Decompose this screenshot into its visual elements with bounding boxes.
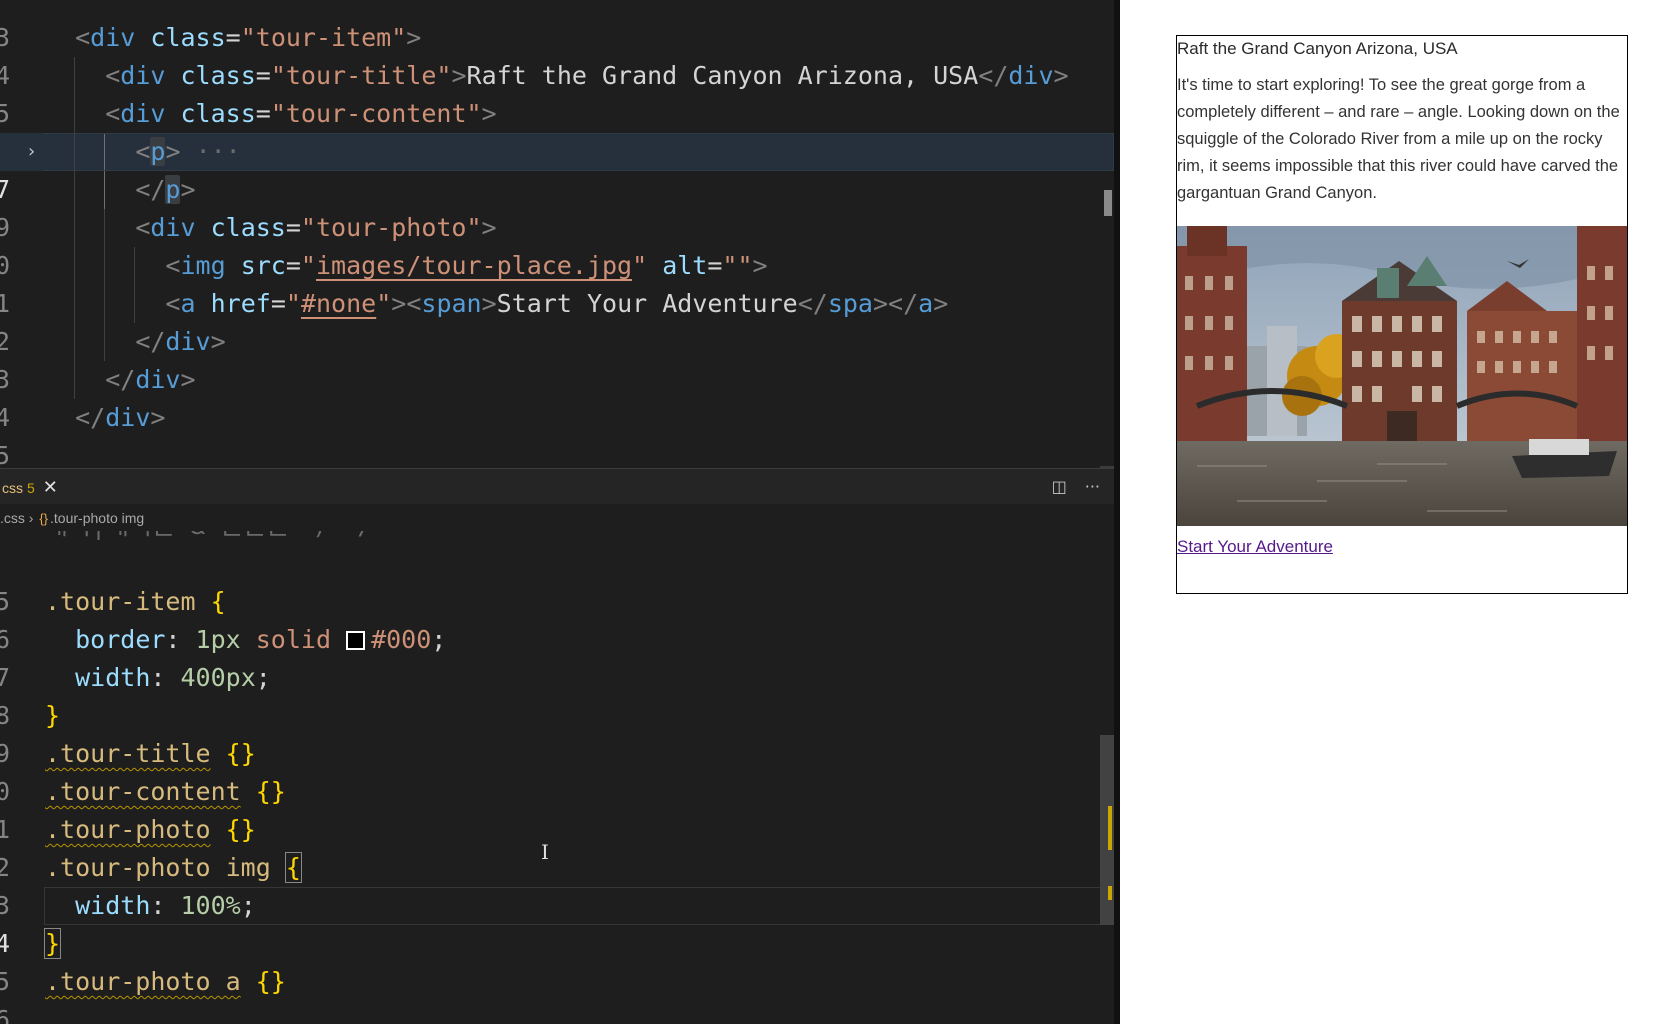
- code-line[interactable]: 8 width: 400px;: [0, 659, 1114, 730]
- browser-preview: Raft the Grand Canyon Arizona, USA It's …: [1120, 0, 1668, 1024]
- line-number: 6: [0, 1005, 11, 1024]
- html-scrollbar-thumb[interactable]: [1104, 190, 1112, 216]
- code-text: }: [45, 701, 61, 730]
- start-adventure-link[interactable]: Start Your Adventure: [1177, 537, 1333, 557]
- code-text: <img src="images/tour-place.jpg" alt="">: [165, 251, 768, 280]
- more-actions-icon[interactable]: ···: [1085, 477, 1100, 496]
- close-icon[interactable]: ✕: [43, 477, 58, 497]
- code-line[interactable]: 2 .tour-photo {}: [0, 811, 1114, 882]
- code-text: <a href="#none"><span>Start Your Adventu…: [165, 289, 949, 318]
- code-text: <div class="tour-photo">: [135, 213, 497, 242]
- code-text: </p>: [135, 175, 196, 204]
- css-editor-pane[interactable]: 대미|개이근 & 근근근ㅡ) */ 5 6 .tour-item { 7 bor…: [0, 531, 1114, 1024]
- code-line[interactable]: 1 <img src="images/tour-place.jpg" alt="…: [0, 247, 1114, 318]
- code-text: width: 400px;: [75, 663, 271, 692]
- breadcrumb-selector[interactable]: .tour-photo img: [50, 510, 144, 526]
- code-line[interactable]: 3 </div>: [0, 323, 1114, 394]
- tab-label: css: [2, 480, 23, 496]
- pane-splitter[interactable]: [1100, 466, 1114, 468]
- code-text: width: 100%;: [75, 891, 256, 920]
- code-text: .tour-photo img {: [45, 852, 302, 883]
- code-text: .tour-photo a {}: [45, 967, 286, 996]
- chevron-right-icon: ›: [28, 510, 34, 526]
- code-line[interactable]: 대미|개이근 & 근근근ㅡ) */: [0, 531, 1114, 545]
- code-text: border: 1px solid #000;: [75, 625, 447, 654]
- split-editor-icon[interactable]: ◫: [1052, 477, 1067, 496]
- code-line[interactable]: 4 <div class="tour-item">: [0, 19, 1114, 90]
- code-line[interactable]: 5 </div>: [0, 399, 1114, 466]
- editor-tab-bar: css 5 ✕ ◫ ···: [0, 468, 1114, 504]
- breadcrumb-file[interactable]: .css: [0, 510, 25, 526]
- tour-place-image: [1177, 226, 1627, 526]
- tour-description: It's time to start exploring! To see the…: [1177, 76, 1620, 202]
- warning-marker: [1108, 806, 1112, 850]
- code-line[interactable]: 0 .tour-title {}: [0, 735, 1114, 806]
- code-line[interactable]: 9 }: [0, 697, 1114, 768]
- code-text: <p> ···: [135, 137, 241, 166]
- tab-css-file[interactable]: css 5 ✕: [0, 469, 58, 505]
- tour-item-card: Raft the Grand Canyon Arizona, USA It's …: [1176, 35, 1628, 594]
- code-text: </div>: [135, 327, 226, 356]
- code-text: 대미|개이근 & 근근근ㅡ) */: [45, 531, 372, 545]
- css-selector-symbol-icon: {}: [39, 511, 49, 526]
- code-text: </div>: [75, 403, 166, 432]
- code-line[interactable]: 3 .tour-photo img {: [0, 849, 1114, 920]
- breadcrumb: .css › {} .tour-photo img: [0, 506, 1114, 530]
- code-text: <div class="tour-content">: [105, 99, 497, 128]
- code-text: <div class="tour-item">: [75, 23, 422, 52]
- code-text: }: [43, 928, 62, 959]
- code-line[interactable]: 9 </p>: [0, 171, 1114, 242]
- color-swatch[interactable]: [346, 631, 366, 650]
- indent-guide: [74, 133, 75, 171]
- fold-chevron-right-icon[interactable]: ›: [26, 133, 37, 171]
- code-line[interactable]: 5 }: [0, 925, 1114, 996]
- code-line-current[interactable]: 7 › <p> ···: [0, 133, 1114, 204]
- tour-photo: [1177, 226, 1627, 526]
- problem-count-badge: 5: [27, 480, 35, 496]
- tour-title: Raft the Grand Canyon Arizona, USA: [1177, 39, 1458, 58]
- tab-actions: ◫ ···: [1034, 469, 1100, 505]
- code-editor[interactable]: 3 4 <div class="tour-item"> 5 <div class…: [0, 0, 1120, 1024]
- code-text: .tour-item {: [45, 587, 226, 616]
- code-line[interactable]: 6: [0, 437, 1114, 466]
- code-line[interactable]: 5 <div class="tour-title">Raft the Grand…: [0, 57, 1114, 128]
- code-line[interactable]: 6 .tour-item {: [0, 583, 1114, 654]
- code-line[interactable]: 5: [0, 545, 1114, 616]
- code-line[interactable]: 3: [0, 0, 1114, 52]
- code-line[interactable]: 1 .tour-content {}: [0, 773, 1114, 844]
- code-line[interactable]: 2 <a href="#none"><span>Start Your Adven…: [0, 285, 1114, 356]
- code-line[interactable]: 0 <div class="tour-photo">: [0, 209, 1114, 280]
- html-editor-pane[interactable]: 3 4 <div class="tour-item"> 5 <div class…: [0, 0, 1114, 466]
- code-text: .tour-content {}: [45, 777, 286, 806]
- code-text: .tour-title {}: [45, 739, 256, 768]
- code-text: </div>: [105, 365, 196, 394]
- indent-guide: [104, 133, 105, 171]
- warning-marker: [1108, 886, 1112, 900]
- code-line[interactable]: 7 border: 1px solid #000;: [0, 621, 1114, 692]
- code-text: <div class="tour-title">Raft the Grand C…: [105, 61, 1069, 90]
- code-line[interactable]: 6 .tour-photo a {}: [0, 963, 1114, 1024]
- text-cursor-icon: I: [541, 840, 549, 864]
- code-line-current[interactable]: 4 width: 100%;: [0, 887, 1114, 958]
- code-text: .tour-photo {}: [45, 815, 256, 844]
- code-line[interactable]: 6 <div class="tour-content">: [0, 95, 1114, 166]
- code-line[interactable]: 4 </div>: [0, 361, 1114, 432]
